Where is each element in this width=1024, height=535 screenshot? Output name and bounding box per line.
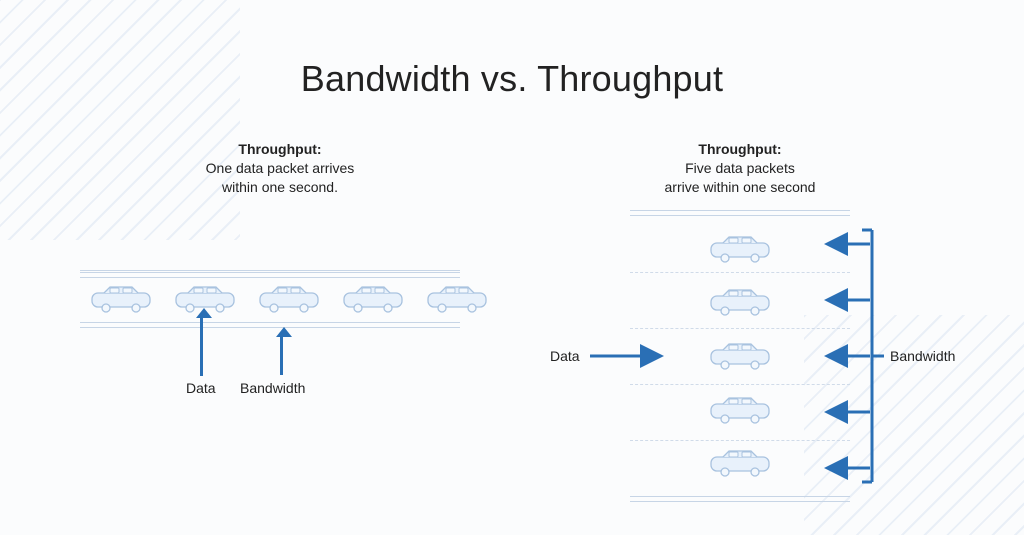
caption-right-line2: arrive within one second	[665, 179, 816, 195]
label-bandwidth-left: Bandwidth	[240, 380, 305, 396]
label-data-right: Data	[550, 348, 580, 364]
car-icon	[709, 342, 771, 370]
page-title: Bandwidth vs. Throughput	[0, 58, 1024, 100]
car-row	[90, 285, 450, 315]
car-icon	[90, 285, 152, 313]
caption-left-line1: One data packet arrives	[206, 160, 355, 176]
car-icon	[709, 396, 771, 424]
arrow-bandwidth-left	[280, 337, 283, 375]
label-bandwidth-right: Bandwidth	[890, 348, 955, 364]
caption-left-strong: Throughput:	[238, 141, 321, 157]
road-multi-lane	[630, 210, 850, 502]
caption-right: Throughput: Five data packets arrive wit…	[540, 140, 940, 197]
car-icon	[709, 449, 771, 477]
car-icon	[342, 285, 404, 313]
caption-right-strong: Throughput:	[698, 141, 781, 157]
panel-multi-lane: Throughput: Five data packets arrive wit…	[540, 140, 940, 197]
arrow-data-left	[200, 318, 203, 376]
car-icon	[709, 235, 771, 263]
car-icon	[426, 285, 488, 313]
road-single-lane	[80, 270, 460, 330]
panel-single-lane: Throughput: One data packet arrives with…	[80, 140, 480, 197]
label-data-left: Data	[186, 380, 216, 396]
lane-stack	[630, 222, 850, 490]
caption-right-line1: Five data packets	[685, 160, 795, 176]
caption-left: Throughput: One data packet arrives with…	[80, 140, 480, 197]
car-icon	[258, 285, 320, 313]
caption-left-line2: within one second.	[222, 179, 338, 195]
car-icon	[709, 288, 771, 316]
bg-hatch-top-left	[0, 0, 240, 240]
